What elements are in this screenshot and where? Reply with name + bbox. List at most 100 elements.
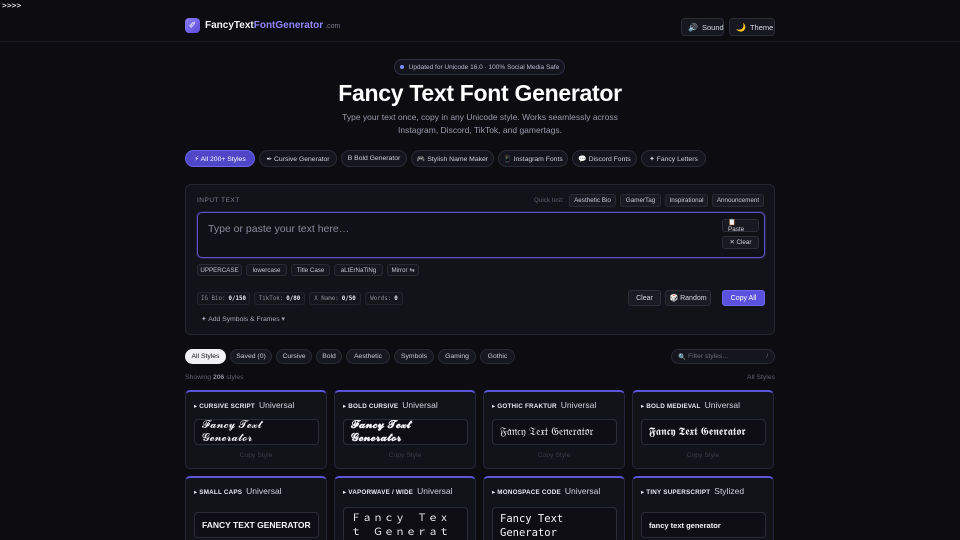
card-compat-tag: Universal <box>402 400 438 410</box>
category-fancy-letters[interactable]: ✦ Fancy Letters <box>641 150 706 167</box>
card-preview[interactable]: 𝕱𝖆𝖓𝖈𝖞 𝕿𝖊𝖝𝖙 𝕲𝖊𝖓𝖊𝖗𝖆𝖙𝖔𝖗 <box>641 419 766 445</box>
brand-name-accent: FontGenerator <box>253 20 324 31</box>
header-divider <box>0 41 960 42</box>
filter-gothic[interactable]: Gothic <box>480 349 515 364</box>
sound-label: Sound <box>701 22 724 32</box>
filter-saved[interactable]: Saved (0) <box>230 349 272 364</box>
card-style-name: ▸ BOLD MEDIEVAL <box>641 403 701 410</box>
card-preview[interactable]: 𝙵𝚊𝚗𝚌𝚢 𝚃𝚎𝚡𝚝 𝙶𝚎𝚗𝚎𝚛𝚊𝚝𝚘𝚛 <box>492 507 617 540</box>
update-badge: Updated for Unicode 16.0 · 100% Social M… <box>394 59 565 75</box>
theme-button[interactable]: 🌙 Theme <box>729 18 775 36</box>
lowercase-button[interactable]: lowercase <box>246 264 287 276</box>
style-card[interactable]: ▸ BOLD MEDIEVAL Universal 𝕱𝖆𝖓𝖈𝖞 𝕿𝖊𝖝𝖙 𝕲𝖊𝖓𝖊… <box>632 390 774 469</box>
theme-label: Theme <box>749 22 774 32</box>
style-card[interactable]: ▸ VAPORWAVE / WIDE Universal Ｆａｎｃｙ Ｔｅｘｔ Ｇ… <box>334 476 476 540</box>
update-badge-text: Updated for Unicode 16.0 · 100% Social M… <box>408 63 560 71</box>
filter-aesthetic[interactable]: Aesthetic <box>346 349 390 364</box>
card-compat-tag: Universal <box>258 400 295 410</box>
stat-ig-bio: IG Bio: 0/150 <box>197 292 250 305</box>
category-cursive[interactable]: ✒ Cursive Generator <box>259 150 337 167</box>
add-symbols-toggle[interactable]: ✦ Add Symbols & Frames ▾ <box>201 315 285 323</box>
style-card[interactable]: ▸ MONOSPACE CODE Universal 𝙵𝚊𝚗𝚌𝚢 𝚃𝚎𝚡𝚝 𝙶𝚎𝚗… <box>483 476 625 540</box>
stat-x-name-label: X Name: <box>314 295 339 302</box>
quick-gamertag[interactable]: GamerTag <box>620 194 661 207</box>
status-dot-icon <box>399 65 404 69</box>
card-style-name: ▸ GOTHIC FRAKTUR <box>492 403 557 410</box>
quick-announcement[interactable]: Announcement <box>712 194 764 207</box>
alternating-button[interactable]: aLtErNaTiNg <box>334 264 383 276</box>
style-card[interactable]: ▸ CURSIVE SCRIPT Universal 𝓕𝓪𝓷𝓬𝔂 𝓣𝓮𝔁𝓽 𝓖𝓮𝓷… <box>185 390 327 469</box>
speaker-icon: 🔊 <box>688 22 698 32</box>
keyboard-shortcut-hint: / <box>766 353 768 360</box>
title-case-button[interactable]: Title Case <box>291 264 330 276</box>
card-preview[interactable]: 𝔉𝔞𝔫𝔠𝔶 𝔗𝔢𝔵𝔱 𝔊𝔢𝔫𝔢𝔯𝔞𝔱𝔬𝔯 <box>492 419 617 445</box>
page-subtitle: Type your text once, copy in any Unicode… <box>342 112 618 135</box>
copy-style-button[interactable]: Copy Style <box>335 452 475 459</box>
results-prefix: Showing <box>185 374 212 381</box>
stat-tiktok-label: TikTok: <box>258 295 284 302</box>
text-input[interactable]: Type or paste your text here… 📋 Paste ✕ … <box>197 212 765 258</box>
style-card[interactable]: ▸ TINY SUPERSCRIPT Stylized fancy text ge… <box>632 476 774 540</box>
search-icon: 🔍 <box>678 354 687 361</box>
paste-button[interactable]: 📋 Paste <box>722 219 759 233</box>
filter-symbols[interactable]: Symbols <box>394 349 434 364</box>
card-style-name: ▸ CURSIVE SCRIPT <box>194 403 255 410</box>
brand-name: FancyText <box>205 20 254 31</box>
style-card[interactable]: ▸ SMALL CAPS Universal FANCY TEXT GENERAT… <box>185 476 327 540</box>
card-preview[interactable]: fancy text generator <box>641 512 766 538</box>
card-preview[interactable]: Ｆａｎｃｙ Ｔｅｘｔ Ｇｅｎｅｒａｔｏｒ <box>343 507 468 540</box>
card-style-name: ▸ SMALL CAPS <box>194 489 243 496</box>
corner-text: >>>> <box>2 1 22 10</box>
category-bold[interactable]: B Bold Generator <box>341 150 407 167</box>
random-button[interactable]: 🎲 Random <box>665 290 711 306</box>
card-style-name: ▸ BOLD CURSIVE <box>343 403 399 410</box>
clear-button[interactable]: Clear <box>628 290 661 306</box>
style-card[interactable]: ▸ BOLD CURSIVE Universal 𝓕𝓪𝓷𝓬𝔂 𝓣𝓮𝔁𝓽 𝓖𝓮𝓷𝓮𝓻… <box>334 390 476 469</box>
top-nav: ✐ FancyText FontGenerator .com 🔊 Sound 🌙… <box>0 12 960 42</box>
input-label: INPUT TEXT <box>197 197 240 204</box>
sound-button[interactable]: 🔊 Sound <box>681 18 724 36</box>
card-preview[interactable]: 𝓕𝓪𝓷𝓬𝔂 𝓣𝓮𝔁𝓽 𝓖𝓮𝓷𝓮𝓻𝓪𝓽𝓸𝓻 <box>343 419 468 445</box>
style-card[interactable]: ▸ GOTHIC FRAKTUR Universal 𝔉𝔞𝔫𝔠𝔶 𝔗𝔢𝔵𝔱 𝔊𝔢𝔫… <box>483 390 625 469</box>
filter-bold[interactable]: Bold <box>316 349 342 364</box>
copy-all-button[interactable]: Copy All <box>722 290 765 306</box>
clear-input-button[interactable]: ✕ Clear <box>722 236 759 249</box>
stat-words-label: Words: <box>370 295 392 302</box>
quick-aesthetic-bio[interactable]: Aesthetic Bio <box>569 194 616 207</box>
filter-gaming[interactable]: Gaming <box>438 349 476 364</box>
text-input-placeholder: Type or paste your text here… <box>208 223 350 235</box>
card-style-name: ▸ MONOSPACE CODE <box>492 489 561 496</box>
results-number: 206 <box>212 374 225 381</box>
quick-inspirational[interactable]: Inspirational <box>665 194 708 207</box>
stat-tiktok: TikTok: 0/80 <box>254 292 305 305</box>
uppercase-button[interactable]: UPPERCASE <box>197 264 242 276</box>
card-compat-tag: Stylized <box>714 486 745 496</box>
filter-cursive[interactable]: Cursive <box>276 349 312 364</box>
card-compat-tag: Universal <box>246 486 282 496</box>
card-compat-tag: Universal <box>704 400 741 410</box>
card-style-name: ▸ VAPORWAVE / WIDE <box>343 489 414 496</box>
stat-words-value: 0 <box>394 295 398 302</box>
category-instagram[interactable]: 📱 Instagram Fonts <box>498 150 568 167</box>
stat-words: Words: 0 <box>365 292 403 305</box>
copy-style-button[interactable]: Copy Style <box>186 452 326 459</box>
stat-x-name-value: 0/50 <box>341 295 356 302</box>
input-panel: INPUT TEXT Quick test: Aesthetic Bio Gam… <box>185 184 775 335</box>
copy-style-button[interactable]: Copy Style <box>633 452 773 459</box>
copy-style-button[interactable]: Copy Style <box>484 452 624 459</box>
card-preview[interactable]: 𝓕𝓪𝓷𝓬𝔂 𝓣𝓮𝔁𝓽 𝓖𝓮𝓷𝓮𝓻𝓪𝓽𝓸𝓻 <box>194 419 319 445</box>
filter-search-input[interactable]: 🔍 Filter styles... / <box>671 349 775 364</box>
filter-all-styles[interactable]: All Styles <box>185 349 226 364</box>
mirror-button[interactable]: Mirror ⇆ <box>387 264 419 276</box>
brand[interactable]: ✐ FancyText FontGenerator .com <box>185 18 340 33</box>
category-discord[interactable]: 💬 Discord Fonts <box>572 150 637 167</box>
category-stylish-name[interactable]: 🎮 Stylish Name Maker <box>411 150 494 167</box>
card-preview[interactable]: FANCY TEXT GENERATOR <box>194 512 319 538</box>
moon-icon: 🌙 <box>736 22 746 32</box>
card-style-name: ▸ TINY SUPERSCRIPT <box>641 489 711 496</box>
stat-ig-bio-label: IG Bio: <box>201 295 226 302</box>
results-count: Showing 206 styles <box>185 374 244 381</box>
stat-ig-bio-value: 0/150 <box>228 295 246 302</box>
category-all-styles[interactable]: ⚡ All 200+ Styles <box>185 150 255 167</box>
card-compat-tag: Universal <box>560 400 597 410</box>
